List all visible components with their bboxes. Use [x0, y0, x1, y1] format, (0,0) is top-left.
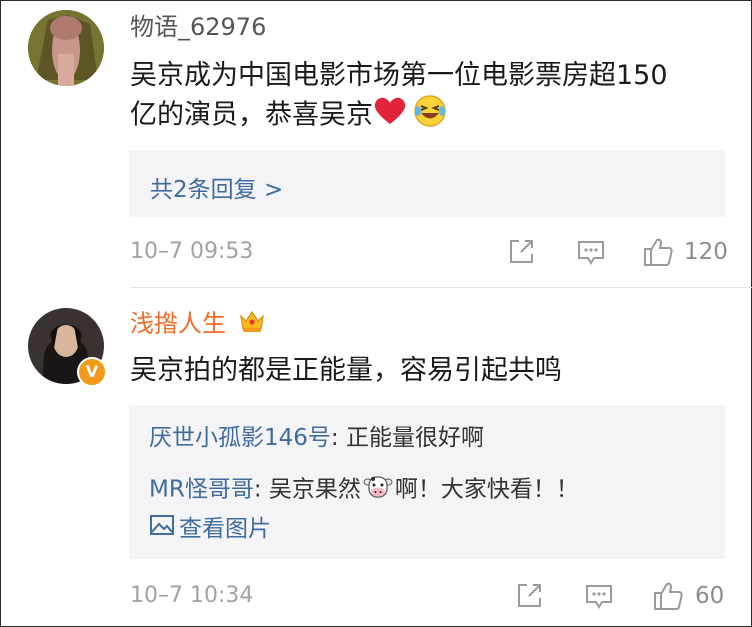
comment-2: V 浅揝人生 吴京拍的都是正能量，容易引起共鸣 厌世小孤影146号: 正能量很好… — [0, 288, 752, 627]
like-icon[interactable] — [652, 581, 684, 611]
avatar[interactable] — [28, 10, 104, 86]
comment-icon[interactable] — [584, 581, 614, 611]
image-icon — [149, 513, 175, 545]
view-image-label: 查看图片 — [179, 515, 271, 542]
username-text: 浅揝人生 — [130, 309, 226, 338]
username[interactable]: 物语_62976 — [130, 12, 266, 42]
crown-icon — [238, 308, 266, 341]
comment-text-line-2: 亿的演员，恭喜吴京 — [130, 94, 668, 138]
reply-item[interactable]: 厌世小孤影146号: 正能量很好啊 — [149, 423, 484, 453]
reply-author[interactable]: 厌世小孤影146号 — [149, 425, 331, 451]
comment-text: 吴京拍的都是正能量，容易引起共鸣 — [130, 355, 562, 386]
like-icon[interactable] — [642, 237, 674, 267]
verified-badge-icon: V — [77, 357, 107, 387]
reply-text: : 吴京果然 — [253, 476, 361, 503]
share-icon[interactable] — [508, 237, 536, 267]
heart-emoji — [373, 96, 407, 136]
replies-box[interactable]: 厌世小孤影146号: 正能量很好啊 MR怪哥哥: 吴京果然 啊！大家快看！！ 查看… — [129, 405, 725, 559]
share-icon[interactable] — [516, 581, 544, 611]
comment-text-line-1: 吴京成为中国电影市场第一位电影票房超150 — [130, 60, 668, 91]
comment-meta: 10–7 09:53 120 — [130, 237, 730, 267]
like-count: 60 — [695, 583, 725, 609]
comment-1: 物语_62976 吴京成为中国电影市场第一位电影票房超150 亿的演员，恭喜吴京… — [0, 0, 752, 287]
view-image-link[interactable]: 查看图片 — [149, 513, 271, 545]
username[interactable]: 浅揝人生 — [130, 308, 266, 341]
view-replies-link[interactable]: 共2条回复 > — [150, 170, 283, 204]
cow-emoji — [363, 472, 393, 508]
like-count: 120 — [684, 239, 728, 265]
comment-text: 吴京成为中国电影市场第一位电影票房超150 亿的演员，恭喜吴京 — [130, 58, 668, 138]
reply-text: : 正能量很好啊 — [330, 425, 484, 451]
comment-text-line-2-text: 亿的演员，恭喜吴京 — [130, 99, 373, 131]
comment-meta: 10–7 10:34 60 — [130, 581, 730, 611]
timestamp: 10–7 09:53 — [130, 239, 254, 264]
timestamp: 10–7 10:34 — [130, 583, 254, 608]
laughing-emoji — [413, 94, 447, 138]
reply-text-after: 啊！大家快看！！ — [394, 476, 579, 503]
comment-icon[interactable] — [576, 237, 606, 267]
reply-item[interactable]: MR怪哥哥: 吴京果然 啊！大家快看！！ — [149, 472, 579, 508]
reply-author[interactable]: MR怪哥哥 — [149, 477, 254, 503]
replies-box[interactable]: 共2条回复 > — [129, 150, 725, 217]
